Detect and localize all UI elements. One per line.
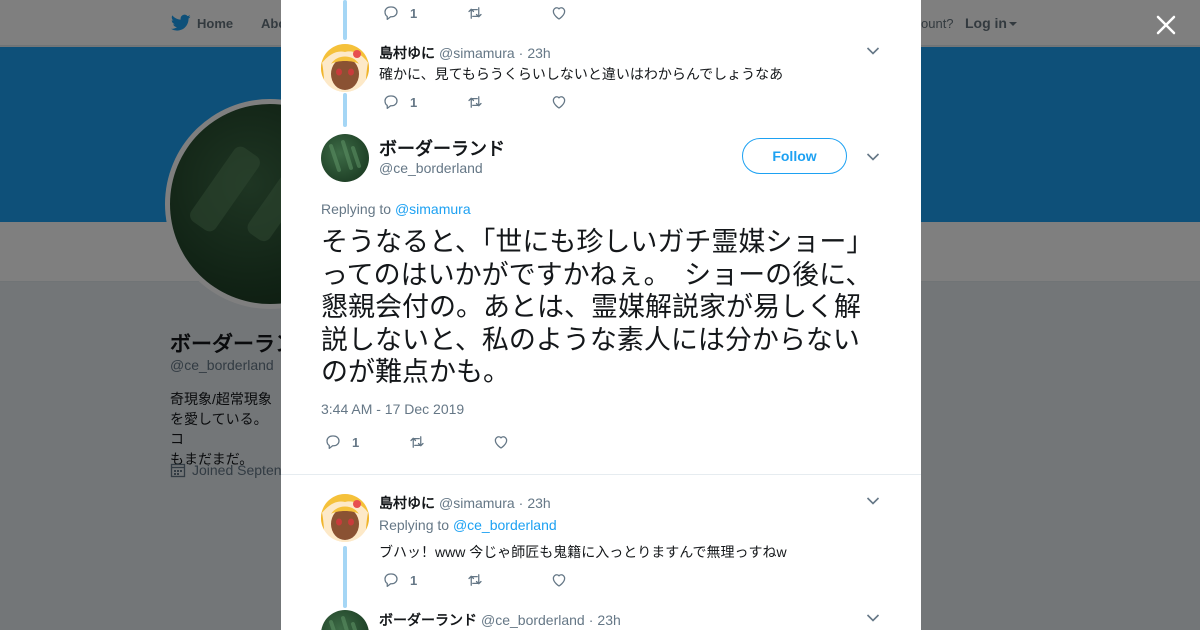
- reply-icon: [384, 573, 398, 588]
- replying-to: Replying to @ce_borderland: [379, 517, 557, 533]
- reply-count: 1: [410, 94, 418, 110]
- tweet-author-handle[interactable]: @simamura: [439, 495, 515, 511]
- main-tweet-text: そうなると、「世にも珍しいガチ霊媒ショー」ってのはいかがですかねぇ。 ショーの後…: [321, 227, 874, 388]
- reply-icon: [384, 6, 398, 21]
- tweet-author-handle[interactable]: @simamura: [439, 45, 515, 61]
- like-button[interactable]: [550, 4, 634, 22]
- avatar[interactable]: [321, 610, 369, 630]
- reply-button[interactable]: 1: [382, 93, 466, 111]
- tweet-timestamp[interactable]: 3:44 AM - 17 Dec 2019: [321, 401, 464, 417]
- tweet-author-handle[interactable]: @ce_borderland: [379, 160, 483, 176]
- reply-count: 1: [410, 572, 418, 588]
- replying-to-link[interactable]: @simamura: [395, 201, 471, 217]
- like-icon: [552, 574, 566, 587]
- tweet-header: 島村ゆに @simamura · 23h: [379, 493, 551, 513]
- tweet-author-handle[interactable]: @ce_borderland: [481, 612, 585, 628]
- avatar[interactable]: [321, 494, 369, 542]
- like-button[interactable]: [492, 433, 576, 451]
- tweet-time[interactable]: 23h: [527, 45, 550, 61]
- avatar[interactable]: [321, 134, 369, 182]
- tweet-author-name[interactable]: 島村ゆに: [379, 493, 435, 513]
- retweet-button[interactable]: [466, 93, 550, 111]
- tweet-author-name[interactable]: ボーダーランド: [379, 135, 505, 161]
- reply-button[interactable]: 1: [324, 433, 408, 451]
- tweet-text: 確かに、見てもらうくらいしないと違いはわからんでしょうなあ: [379, 66, 784, 82]
- replying-to-link[interactable]: @ce_borderland: [453, 517, 557, 533]
- tweet-actions: 1: [382, 571, 634, 589]
- chevron-down-icon[interactable]: [866, 496, 880, 506]
- tweet-text: ブハッ！www 今じゃ師匠も鬼籍に入っとりますんで無理っすねw: [379, 544, 787, 560]
- reply-icon: [326, 435, 340, 450]
- retweet-button[interactable]: [408, 433, 492, 451]
- chevron-down-icon[interactable]: [866, 152, 880, 162]
- like-icon: [552, 96, 566, 109]
- reply-button[interactable]: 1: [382, 4, 466, 22]
- retweet-icon: [468, 96, 482, 108]
- retweet-button[interactable]: [466, 4, 550, 22]
- tweet-permalink-modal: 1 島村ゆに @simamura · 23h 確かに、見てもらうくらいしないと違…: [281, 0, 921, 630]
- retweet-icon: [468, 7, 482, 19]
- reply-button[interactable]: 1: [382, 571, 466, 589]
- thread-line: [343, 0, 347, 40]
- like-icon: [552, 7, 566, 20]
- chevron-down-icon[interactable]: [866, 46, 880, 56]
- reply-icon: [384, 95, 398, 110]
- tweet-header: ボーダーランド @ce_borderland · 23h: [379, 610, 621, 630]
- reply-count: 1: [410, 5, 418, 21]
- tweet-actions: 1: [382, 4, 634, 22]
- replying-to: Replying to @simamura: [321, 201, 471, 217]
- follow-button[interactable]: Follow: [742, 138, 847, 174]
- tweet-time[interactable]: 23h: [527, 495, 550, 511]
- reply-count: 1: [352, 434, 360, 450]
- chevron-down-icon[interactable]: [866, 613, 880, 623]
- divider: [281, 474, 921, 475]
- like-icon: [494, 436, 508, 449]
- avatar[interactable]: [321, 44, 369, 92]
- replying-label: Replying to: [379, 517, 450, 533]
- tweet-time[interactable]: 23h: [597, 612, 620, 628]
- retweet-button[interactable]: [466, 571, 550, 589]
- thread-line: [343, 546, 347, 608]
- tweet-author-name[interactable]: ボーダーランド: [379, 610, 477, 630]
- retweet-icon: [468, 574, 482, 586]
- like-button[interactable]: [550, 93, 634, 111]
- like-button[interactable]: [550, 571, 634, 589]
- tweet-actions: 1: [382, 93, 634, 111]
- replying-label: Replying to: [321, 201, 392, 217]
- tweet-author-name[interactable]: 島村ゆに: [379, 43, 435, 63]
- close-icon[interactable]: [1152, 11, 1180, 39]
- retweet-icon: [410, 436, 424, 448]
- thread-line: [343, 93, 347, 127]
- tweet-header: 島村ゆに @simamura · 23h: [379, 43, 551, 63]
- tweet-actions: 1: [324, 433, 576, 451]
